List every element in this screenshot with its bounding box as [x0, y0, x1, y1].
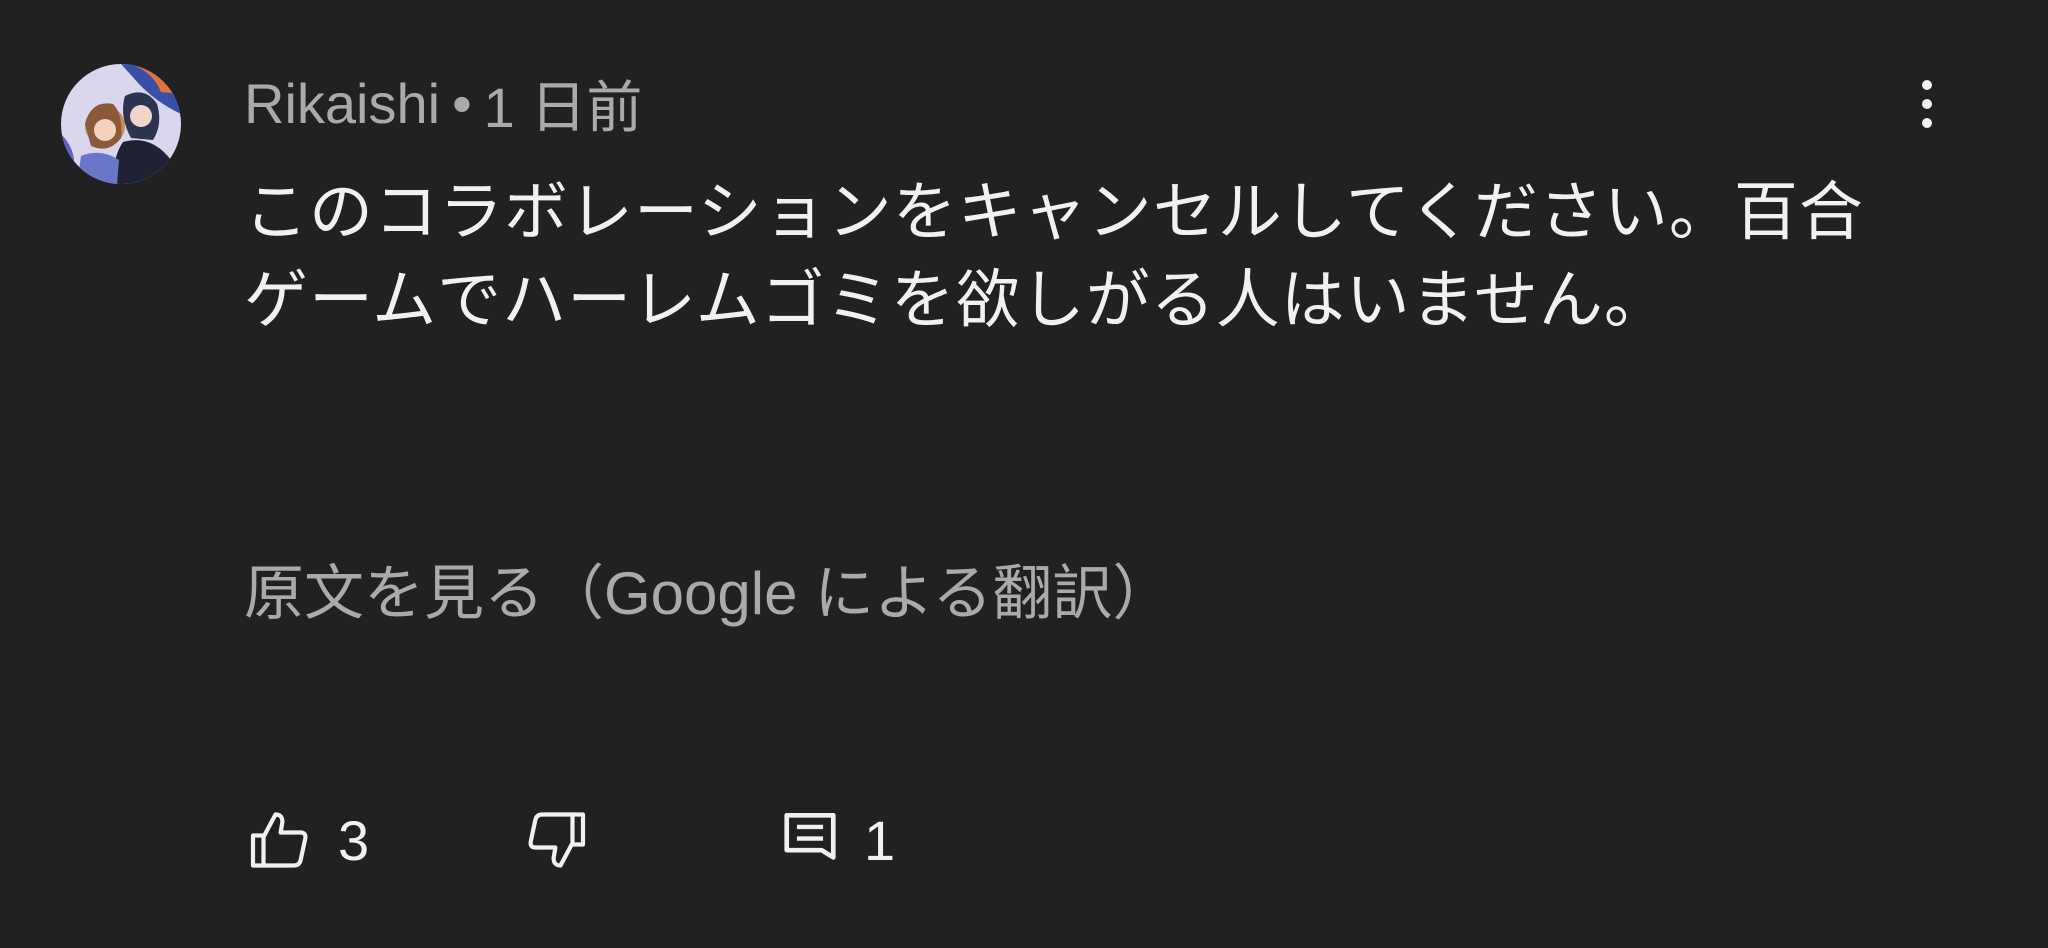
- like-count: 3: [338, 808, 370, 872]
- thumbs-up-icon: [250, 812, 308, 868]
- see-original-link[interactable]: 原文を見る（Google による翻訳）: [244, 552, 1172, 636]
- thumbs-down-icon: [528, 812, 586, 868]
- avatar[interactable]: [61, 64, 181, 184]
- more-vertical-icon: [1922, 80, 1932, 90]
- meta-separator: •: [452, 71, 472, 135]
- dislike-button[interactable]: [520, 800, 592, 880]
- reply-button[interactable]: 1: [778, 800, 895, 880]
- comment-body: このコラボレーションをキャンセルしてください。百合ゲームでハーレムゴミを欲しがる…: [244, 176, 1864, 336]
- more-vertical-icon-dot: [1922, 118, 1932, 128]
- more-options-button[interactable]: [1900, 68, 1954, 140]
- comment-item: Rikaishi • 1 日前 このコラボレーションをキャンセルしてください。百…: [0, 0, 2048, 948]
- comment-reply-icon: [784, 812, 836, 860]
- avatar-image: [61, 64, 181, 184]
- like-button[interactable]: 3: [244, 800, 369, 880]
- comment-actions: 3 1: [244, 800, 1444, 880]
- comment-header: Rikaishi • 1 日前: [244, 68, 642, 139]
- comment-timestamp: 1 日前: [483, 75, 643, 139]
- author-name[interactable]: Rikaishi: [244, 71, 440, 136]
- more-vertical-icon-dot: [1922, 99, 1932, 109]
- reply-count: 1: [864, 808, 896, 872]
